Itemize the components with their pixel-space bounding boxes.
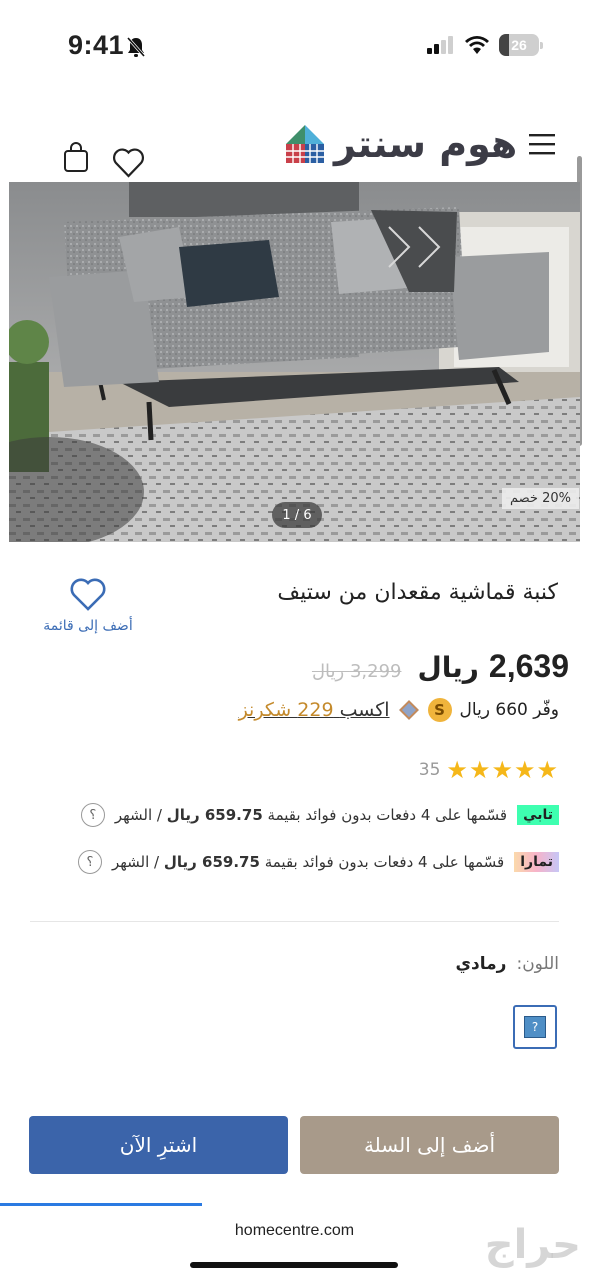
section-divider xyxy=(30,921,559,922)
color-label: اللون: xyxy=(516,954,559,974)
bell-off-icon xyxy=(126,37,146,57)
battery-level: 26 xyxy=(511,37,527,53)
cart-icon[interactable] xyxy=(62,142,90,174)
price-old: 3,299 ريال xyxy=(311,661,402,682)
home-indicator[interactable] xyxy=(190,1262,398,1268)
diamond-icon xyxy=(398,700,419,720)
tabby-logo: تابي xyxy=(517,805,559,825)
tamara-installment-row: تمارا قسّمها على 4 دفعات بدون فوائد بقيم… xyxy=(77,850,559,874)
price-block: 2,639 ريال 3,299 ريال xyxy=(312,648,569,685)
wifi-icon xyxy=(465,36,489,54)
color-value: رمادي xyxy=(455,954,507,974)
heart-outline-icon xyxy=(70,578,106,611)
color-row: اللون: رمادي xyxy=(455,954,559,974)
menu-icon[interactable] xyxy=(528,132,556,156)
wishlist-label: أضف إلى قائمة xyxy=(43,618,133,634)
discount-badge: 20% خصم xyxy=(502,488,579,509)
color-swatch[interactable]: ? xyxy=(513,1005,557,1049)
rating-count: 35 xyxy=(418,760,441,780)
tamara-amount: 659.75 ريال xyxy=(163,853,260,871)
status-time: 9:41 xyxy=(68,30,125,60)
price-now: 2,639 xyxy=(488,648,569,684)
tabby-text-pre: قسّمها على 4 دفعات بدون فوائد بقيمة xyxy=(267,806,508,824)
price-currency: ريال xyxy=(417,651,479,684)
product-image[interactable] xyxy=(9,182,580,542)
tamara-text-post: / الشهر xyxy=(111,853,160,871)
earn-points-link[interactable]: اكسب 229 شكرنز xyxy=(239,699,390,721)
earn-text: اكسب xyxy=(339,699,390,721)
page-load-progress xyxy=(0,1203,202,1206)
watermark-text: حراج xyxy=(484,1222,581,1268)
tamara-text-pre: قسّمها على 4 دفعات بدون فوائد بقيمة xyxy=(264,853,505,871)
save-text: وفّر 660 ريال xyxy=(459,700,559,720)
buy-now-button[interactable]: اشترِ الآن xyxy=(29,1116,288,1174)
tabby-installment-row: تابي قسّمها على 4 دفعات بدون فوائد بقيمة… xyxy=(80,803,559,827)
tabby-help-icon[interactable]: ؟ xyxy=(80,803,105,827)
tabby-amount: 659.75 ريال xyxy=(166,806,263,824)
battery-indicator: 26 xyxy=(499,34,543,56)
tamara-help-icon[interactable]: ؟ xyxy=(77,850,102,874)
earn-points: 229 شكرنز xyxy=(238,699,334,721)
tamara-text: قسّمها على 4 دفعات بدون فوائد بقيمة 659.… xyxy=(112,853,504,871)
swatch-placeholder-icon: ? xyxy=(524,1016,546,1038)
site-logo[interactable]: هوم سنتر xyxy=(284,122,518,166)
tabby-text: قسّمها على 4 دفعات بدون فوائد بقيمة 659.… xyxy=(115,806,507,824)
sofa-illustration xyxy=(9,182,580,542)
status-indicators: 26 xyxy=(427,34,543,56)
tamara-logo: تمارا xyxy=(514,852,559,872)
product-title: كنبة قماشية مقعدان من ستيف xyxy=(277,580,558,605)
logo-text: هوم سنتر xyxy=(334,122,518,166)
heart-icon[interactable] xyxy=(112,148,145,178)
battery-fill xyxy=(499,34,510,56)
star-rating-icon: ★★★★★ xyxy=(446,756,559,784)
tabby-text-post: / الشهر xyxy=(114,806,162,824)
add-to-cart-button[interactable]: أضف إلى السلة xyxy=(300,1116,559,1174)
image-pager: 1 / 6 xyxy=(272,502,322,528)
signal-icon xyxy=(427,36,453,54)
rating-row[interactable]: ★★★★★ 35 xyxy=(419,756,559,784)
add-to-wishlist-button[interactable]: أضف إلى قائمة xyxy=(40,578,136,634)
logo-icon xyxy=(286,125,324,163)
s-coin-icon: S xyxy=(427,698,452,722)
savings-row: وفّر 660 ريال S اكسب 229 شكرنز xyxy=(239,698,559,722)
